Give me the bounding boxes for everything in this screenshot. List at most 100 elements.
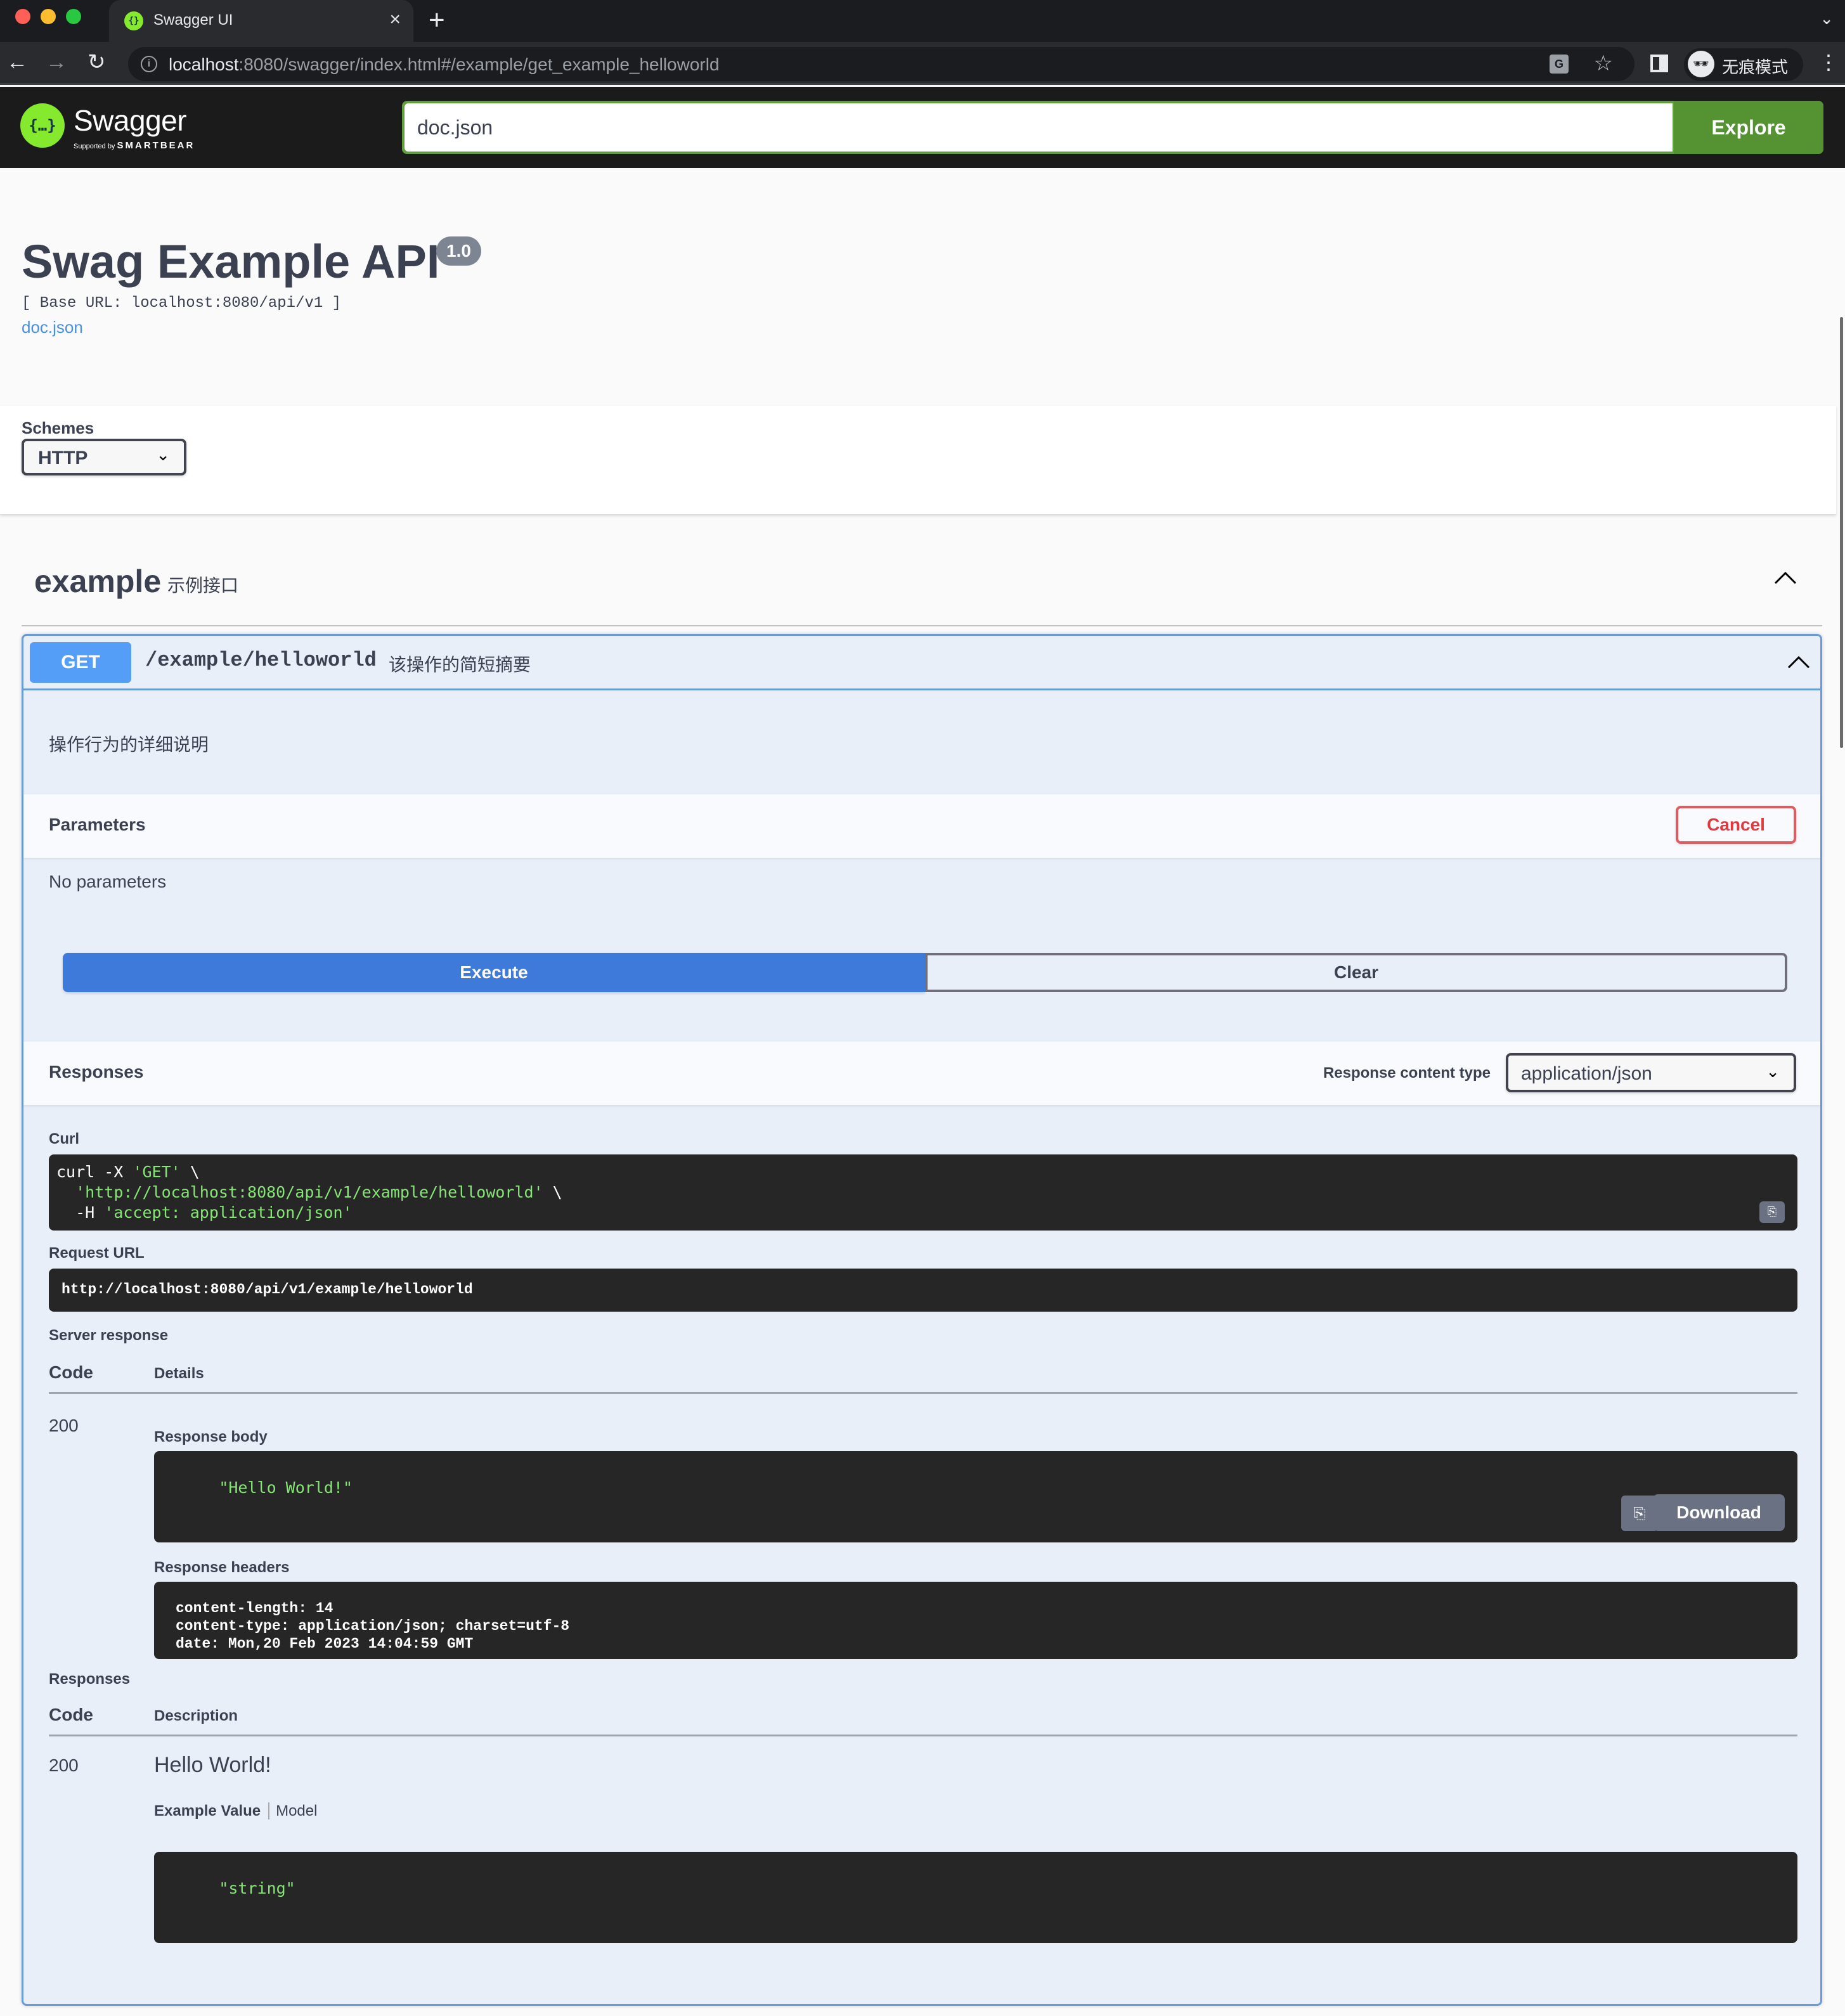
- operation-summary: 该操作的简短摘要: [389, 655, 531, 675]
- side-panel-icon[interactable]: [1650, 55, 1668, 72]
- execute-button[interactable]: Execute: [63, 953, 925, 992]
- logo-sub-prefix: Supported by: [74, 143, 115, 150]
- response-body-value: "Hello World!": [219, 1478, 353, 1497]
- example-value: "string": [219, 1879, 295, 1897]
- tab-example-value[interactable]: Example Value: [154, 1802, 270, 1819]
- response-code: 200: [49, 1755, 79, 1775]
- response-header-line: content-length: 14: [176, 1600, 333, 1617]
- operation-summary-bar[interactable]: GET /example/helloworld 该操作的简短摘要: [23, 636, 1820, 690]
- request-url-value: http://localhost:8080/api/v1/example/hel…: [49, 1269, 1797, 1312]
- curl-line1-str: 'GET': [133, 1163, 181, 1181]
- forward-arrow-icon[interactable]: →: [46, 48, 67, 76]
- swagger-topbar: {…} Swagger Supported by SMARTBEAR Explo…: [0, 87, 1845, 168]
- operation-path: /example/helloworld: [145, 649, 377, 672]
- spec-url-input[interactable]: [405, 103, 1673, 152]
- response-content-type-label: Response content type: [1323, 1064, 1491, 1082]
- response-content-type-select[interactable]: application/json ⌄: [1506, 1053, 1796, 1092]
- tab-title: Swagger UI: [153, 11, 233, 29]
- tab-model[interactable]: Model: [269, 1802, 317, 1819]
- responses-label: Responses: [49, 1670, 131, 1688]
- clear-button[interactable]: Clear: [925, 953, 1787, 992]
- schemes-label: Schemes: [22, 418, 94, 437]
- responses-header: Responses Response content type applicat…: [23, 1042, 1820, 1105]
- response-headers-label: Response headers: [154, 1559, 290, 1576]
- chevron-down-icon: ⌄: [1766, 1062, 1780, 1081]
- url-path: :8080/swagger/index.html#/example/get_ex…: [238, 55, 720, 74]
- url-host: localhost: [169, 55, 239, 74]
- parameters-header: Parameters Cancel: [23, 794, 1820, 858]
- response-body-label: Response body: [154, 1428, 268, 1445]
- curl-line1-cmd: curl -X: [56, 1163, 133, 1181]
- copy-to-clipboard-icon[interactable]: ⎘: [1759, 1201, 1785, 1223]
- responses-table-header: Code Description: [49, 1692, 1797, 1736]
- schemes-section: Schemes HTTP ⌄: [0, 406, 1836, 515]
- browser-toolbar: ← → ↻ i localhost:8080/swagger/index.htm…: [0, 42, 1845, 85]
- response-description: Hello World!: [154, 1753, 271, 1777]
- spec-link[interactable]: doc.json: [22, 318, 83, 337]
- browser-tab-active[interactable]: {} Swagger UI ×: [109, 0, 413, 42]
- curl-line1-tail: \: [180, 1163, 200, 1181]
- col-code: Code: [49, 1705, 93, 1724]
- curl-label: Curl: [49, 1130, 79, 1147]
- curl-line2-tail: \: [543, 1183, 562, 1201]
- method-badge: GET: [30, 642, 131, 683]
- incognito-icon: 🕶: [1688, 51, 1714, 77]
- logo-subtitle: Supported by SMARTBEAR: [74, 140, 195, 151]
- cancel-button[interactable]: Cancel: [1676, 806, 1796, 844]
- logo-wordmark: Swagger: [74, 104, 187, 137]
- curl-line3-cmd: -H: [56, 1203, 105, 1222]
- site-info-icon[interactable]: i: [141, 56, 157, 72]
- schemes-select[interactable]: HTTP ⌄: [22, 439, 186, 475]
- example-value-block: "string": [154, 1852, 1797, 1943]
- col-details: Details: [154, 1365, 204, 1382]
- schemes-selected-value: HTTP: [38, 448, 88, 468]
- response-body-block: "Hello World!" ⎘ Download: [154, 1451, 1797, 1542]
- col-code: Code: [49, 1362, 93, 1382]
- responses-title: Responses: [49, 1062, 144, 1082]
- api-info: Swag Example API 1.0 [ Base URL: localho…: [0, 168, 1836, 406]
- new-tab-button[interactable]: +: [429, 5, 445, 36]
- request-url-label: Request URL: [49, 1244, 145, 1262]
- no-parameters-text: No parameters: [49, 872, 167, 891]
- browser-tab-strip: {} Swagger UI × + ⌄: [0, 0, 1845, 42]
- base-url: [ Base URL: localhost:8080/api/v1 ]: [22, 295, 342, 312]
- tag-header-example[interactable]: example 示例接口: [22, 539, 1822, 626]
- server-response-code: 200: [49, 1416, 79, 1435]
- chevron-down-icon: ⌄: [156, 445, 170, 464]
- window-close-button[interactable]: [15, 9, 30, 24]
- bookmark-star-icon[interactable]: ☆: [1594, 51, 1613, 76]
- page-scrollbar[interactable]: [1840, 317, 1843, 748]
- swagger-logo[interactable]: {…} Swagger Supported by SMARTBEAR: [20, 103, 210, 154]
- operation-get-helloworld: GET /example/helloworld 该操作的简短摘要 操作行为的详细…: [22, 634, 1822, 2006]
- curl-line3-str: 'accept: application/json': [104, 1203, 353, 1222]
- response-header-line: content-type: application/json; charset=…: [176, 1618, 570, 1634]
- swagger-logo-icon: {…}: [20, 103, 65, 148]
- incognito-label: 无痕模式: [1722, 58, 1789, 77]
- spec-url-form: Explore: [402, 101, 1823, 154]
- address-bar[interactable]: i localhost:8080/swagger/index.html#/exa…: [128, 47, 1635, 81]
- explore-button[interactable]: Explore: [1674, 101, 1823, 154]
- example-model-tabs: Example Value Model: [154, 1802, 317, 1820]
- curl-line2-indent: [56, 1183, 75, 1201]
- version-badge: 1.0: [436, 236, 481, 266]
- response-headers-block: content-length: 14 content-type: applicat…: [154, 1582, 1797, 1659]
- reload-icon[interactable]: ↻: [87, 48, 106, 76]
- chevron-up-icon[interactable]: [1773, 568, 1798, 587]
- translate-icon[interactable]: G: [1550, 55, 1569, 74]
- api-title: Swag Example API: [22, 235, 440, 288]
- execute-button-group: Execute Clear: [63, 953, 1787, 992]
- window-minimize-button[interactable]: [41, 9, 56, 24]
- incognito-profile-button[interactable]: 🕶 无痕模式: [1684, 48, 1803, 81]
- download-button[interactable]: Download: [1653, 1494, 1785, 1531]
- response-header-line: date: Mon,20 Feb 2023 14:04:59 GMT: [176, 1636, 474, 1652]
- close-tab-icon[interactable]: ×: [389, 9, 401, 30]
- address-url[interactable]: localhost:8080/swagger/index.html#/examp…: [169, 55, 720, 75]
- back-arrow-icon[interactable]: ←: [6, 48, 28, 76]
- browser-menu-icon[interactable]: ⋮: [1818, 49, 1839, 75]
- window-zoom-button[interactable]: [66, 9, 81, 24]
- tag-description: 示例接口: [167, 576, 239, 595]
- response-content-type-value: application/json: [1521, 1063, 1652, 1084]
- chevron-up-icon[interactable]: [1786, 652, 1811, 671]
- tab-search-chevron-icon[interactable]: ⌄: [1820, 9, 1834, 29]
- curl-code-block: curl -X 'GET' \ 'http://localhost:8080/a…: [49, 1154, 1797, 1231]
